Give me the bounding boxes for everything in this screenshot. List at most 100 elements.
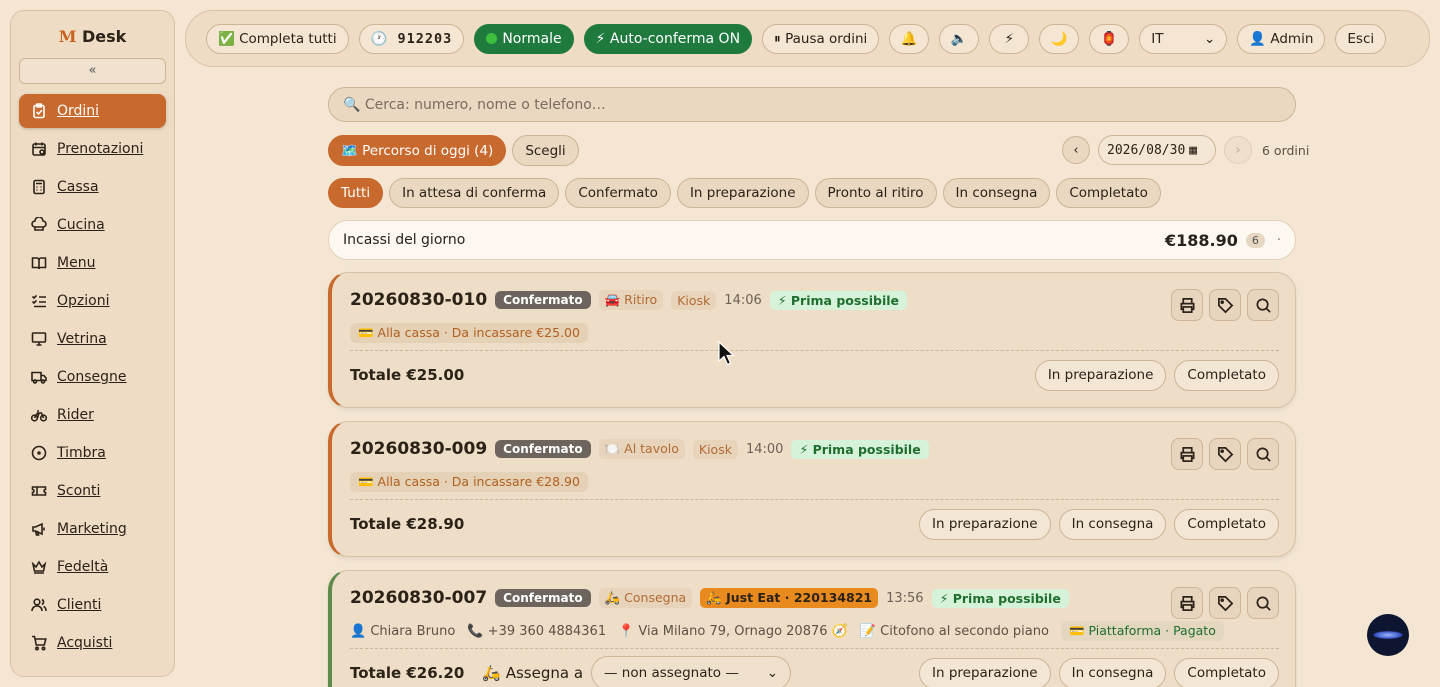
assistant-orb-button[interactable] <box>1367 614 1409 656</box>
order-header: 20260830-010 Confermato 🚘 Ritiro Kiosk 1… <box>350 287 1279 313</box>
set-completato-button[interactable]: Completato <box>1174 657 1279 687</box>
sidebar-item-cucina[interactable]: Cucina <box>19 208 166 242</box>
brand-logo[interactable]: M Desk <box>11 27 174 46</box>
clock-icon <box>31 445 47 461</box>
sidebar-item-label: Consegne <box>57 369 127 385</box>
sidebar-item-consegne[interactable]: Consegne <box>19 360 166 394</box>
rider-select[interactable]: — non assegnato — ⌄ <box>591 656 792 687</box>
sidebar-item-marketing[interactable]: Marketing <box>19 512 166 546</box>
order-header: 20260830-009 Confermato 🍽️ Al tavolo Kio… <box>350 436 1279 462</box>
crown-icon <box>31 559 47 575</box>
sidebar-item-label: Cassa <box>57 179 99 195</box>
date-input[interactable]: 2026/08/30 ▦ <box>1098 135 1216 165</box>
sidebar-item-menu[interactable]: Menu <box>19 246 166 280</box>
today-route-button[interactable]: 🗺️ Percorso di oggi (4) <box>328 135 507 166</box>
sidebar-item-sconti[interactable]: Sconti <box>19 474 166 508</box>
set-in-preparazione-button[interactable]: In preparazione <box>1034 359 1167 391</box>
income-count-badge: 6 <box>1245 232 1265 248</box>
order-tools <box>1171 289 1279 321</box>
customer-address[interactable]: 📍 Via Milano 79, Ornago 20876 🧭 <box>618 624 848 639</box>
brand-name: Desk <box>76 27 127 46</box>
print-icon[interactable] <box>1171 289 1203 321</box>
lantern-icon[interactable]: 🏮 <box>1089 23 1130 54</box>
collapse-sidebar-button[interactable]: « <box>19 58 166 84</box>
bell-icon[interactable]: 🔔 <box>889 23 930 54</box>
mode-label: Normale <box>502 30 562 47</box>
sidebar-item-clienti[interactable]: Clienti <box>19 588 166 622</box>
status-badge: Confermato <box>495 440 591 458</box>
set-in-consegna-button[interactable]: In consegna <box>1058 508 1167 540</box>
sidebar-item-timbra[interactable]: Timbra <box>19 436 166 470</box>
chef-hat-icon <box>31 216 47 233</box>
expand-icon[interactable]: · <box>1277 233 1281 248</box>
choose-button[interactable]: Scegli <box>512 135 579 166</box>
sidebar-item-label: Cucina <box>57 217 105 233</box>
shop-code-button[interactable]: 🕐 912203 <box>358 23 465 54</box>
mode-normal-button[interactable]: Normale <box>474 23 574 54</box>
language-value: IT <box>1151 30 1164 47</box>
order-card: 20260830-009 Confermato 🍽️ Al tavolo Kio… <box>328 421 1296 557</box>
sidebar-item-label: Menu <box>57 255 96 271</box>
tag-icon[interactable] <box>1209 587 1241 619</box>
set-in-consegna-button[interactable]: In consegna <box>1058 657 1167 687</box>
search-input[interactable]: 🔍 Cerca: numero, nome o telefono… <box>328 87 1296 122</box>
speaker-icon[interactable]: 🔈 <box>939 23 980 54</box>
platform-badge: 🛵 Just Eat · 220134821 <box>700 588 879 608</box>
filter-completato[interactable]: Completato <box>1056 178 1161 208</box>
chevron-down-icon: ⌄ <box>766 665 779 681</box>
filter-in-consegna[interactable]: In consegna <box>942 178 1051 208</box>
payment-tag: 💳 Alla cassa · Da incassare €28.90 <box>350 472 588 492</box>
order-total: Totale €25.00 <box>350 366 465 384</box>
print-icon[interactable] <box>1171 587 1203 619</box>
sidebar-item-label: Acquisti <box>57 635 113 651</box>
filter-tutti[interactable]: Tutti <box>328 178 384 208</box>
sidebar-item-ordini[interactable]: Ordini <box>19 94 166 128</box>
book-icon <box>31 255 47 271</box>
order-type-tag: 🍽️ Al tavolo <box>598 439 685 459</box>
sidebar-item-label: Ordini <box>57 103 100 119</box>
filter-in-preparazione[interactable]: In preparazione <box>676 178 809 208</box>
sidebar-nav: Ordini Prenotazioni Cassa Cucina Menu Op… <box>11 94 174 660</box>
search-icon[interactable] <box>1247 438 1279 470</box>
sidebar-item-fedelta[interactable]: Fedeltà <box>19 550 166 584</box>
next-day-button[interactable]: › <box>1224 136 1252 164</box>
sidebar: M Desk « Ordini Prenotazioni Cassa Cucin… <box>10 10 175 677</box>
language-select[interactable]: IT ⌄ <box>1139 23 1228 54</box>
status-dot-icon <box>486 33 498 44</box>
auto-confirm-toggle[interactable]: ⚡ Auto-conferma ON <box>583 23 753 54</box>
order-type-tag: 🚘 Ritiro <box>598 290 664 310</box>
sidebar-item-label: Fedeltà <box>57 559 109 575</box>
admin-button[interactable]: 👤 Admin <box>1237 23 1326 54</box>
complete-all-button[interactable]: ✅ Completa tutti <box>206 23 349 54</box>
search-icon[interactable] <box>1247 289 1279 321</box>
megaphone-icon <box>31 521 47 537</box>
filter-pronto-al-ritiro[interactable]: Pronto al ritiro <box>814 178 937 208</box>
set-completato-button[interactable]: Completato <box>1174 508 1279 540</box>
list-check-icon <box>31 293 47 309</box>
sidebar-item-acquisti[interactable]: Acquisti <box>19 626 166 660</box>
prev-day-button[interactable]: ‹ <box>1062 136 1090 164</box>
income-amount: €188.90 <box>1164 230 1238 250</box>
sidebar-item-rider[interactable]: Rider <box>19 398 166 432</box>
tag-icon[interactable] <box>1209 438 1241 470</box>
print-icon[interactable] <box>1171 438 1203 470</box>
set-in-preparazione-button[interactable]: In preparazione <box>919 508 1051 540</box>
moon-icon[interactable]: 🌙 <box>1039 23 1080 54</box>
search-icon[interactable] <box>1247 587 1279 619</box>
daily-income-bar[interactable]: Incassi del giorno €188.90 6 · <box>328 220 1296 260</box>
tag-icon[interactable] <box>1209 289 1241 321</box>
bolt-icon[interactable]: ⚡ <box>989 23 1030 54</box>
sidebar-item-cassa[interactable]: Cassa <box>19 170 166 204</box>
mouse-cursor-icon <box>718 341 736 366</box>
sidebar-item-prenotazioni[interactable]: Prenotazioni <box>19 132 166 166</box>
filter-confermato[interactable]: Confermato <box>565 178 671 208</box>
customer-phone[interactable]: 📞 +39 360 4884361 <box>467 624 606 639</box>
set-completato-button[interactable]: Completato <box>1174 359 1279 391</box>
assign-label: 🛵 Assegna a <box>482 664 584 682</box>
filter-in-attesa[interactable]: In attesa di conferma <box>389 178 560 208</box>
set-in-preparazione-button[interactable]: In preparazione <box>919 657 1051 687</box>
sidebar-item-opzioni[interactable]: Opzioni <box>19 284 166 318</box>
pause-orders-button[interactable]: ⏸ Pausa ordini <box>762 23 880 54</box>
sidebar-item-vetrina[interactable]: Vetrina <box>19 322 166 356</box>
logout-button[interactable]: Esci <box>1335 23 1387 54</box>
